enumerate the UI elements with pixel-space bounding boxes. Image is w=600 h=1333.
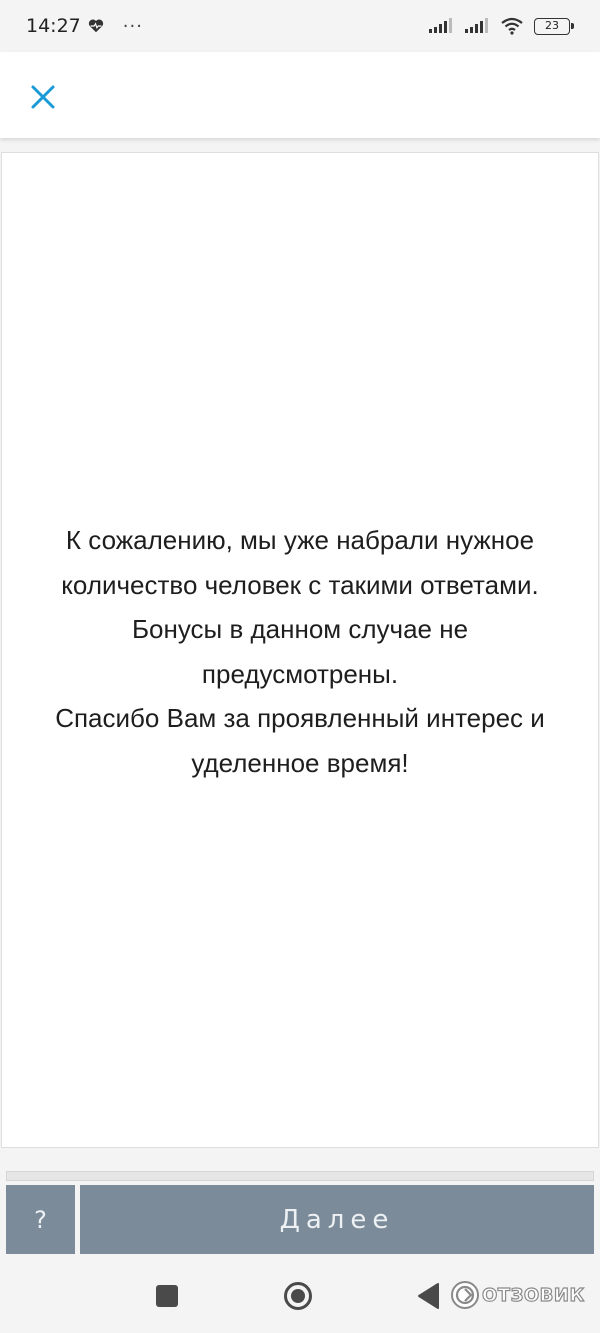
progress-bar	[6, 1171, 594, 1181]
result-message: К сожалению, мы уже набрали нужное колич…	[0, 518, 600, 785]
message-line: К сожалению, мы уже набрали нужное	[65, 525, 535, 555]
system-nav-bar: ОТЗОВИК	[0, 1262, 600, 1333]
battery-icon: 23	[534, 17, 574, 35]
back-triangle-icon[interactable]	[416, 1282, 440, 1310]
signal-icon	[465, 18, 488, 33]
status-bar: 14:27 ··· 23	[0, 0, 600, 52]
more-dots-icon: ···	[122, 15, 143, 37]
status-time: 14:27	[26, 15, 81, 37]
help-button[interactable]: ?	[6, 1185, 75, 1254]
home-circle-icon[interactable]	[283, 1281, 313, 1311]
close-icon	[31, 85, 55, 109]
status-left: 14:27 ···	[26, 15, 143, 37]
message-line: количество человек с такими ответами.	[61, 569, 539, 600]
wifi-icon	[501, 17, 523, 35]
signal-icon	[429, 18, 452, 33]
close-button[interactable]	[26, 80, 60, 114]
next-button[interactable]: Далее	[80, 1185, 594, 1254]
message-line: Бонусы в данном случае не	[131, 614, 469, 644]
status-right: 23	[428, 17, 574, 35]
otzovik-logo-icon	[451, 1281, 479, 1309]
otzovik-watermark: ОТЗОВИК	[450, 1278, 595, 1312]
recents-square-icon[interactable]	[156, 1285, 178, 1307]
watermark-text: ОТЗОВИК	[481, 1284, 585, 1306]
message-line: уделенное время!	[191, 747, 409, 778]
heart-monitor-icon	[88, 19, 103, 33]
message-line: предусмотрены.	[201, 658, 399, 689]
message-line: Спасибо Вам за проявленный интерес и	[55, 703, 545, 733]
top-app-bar	[0, 52, 600, 138]
